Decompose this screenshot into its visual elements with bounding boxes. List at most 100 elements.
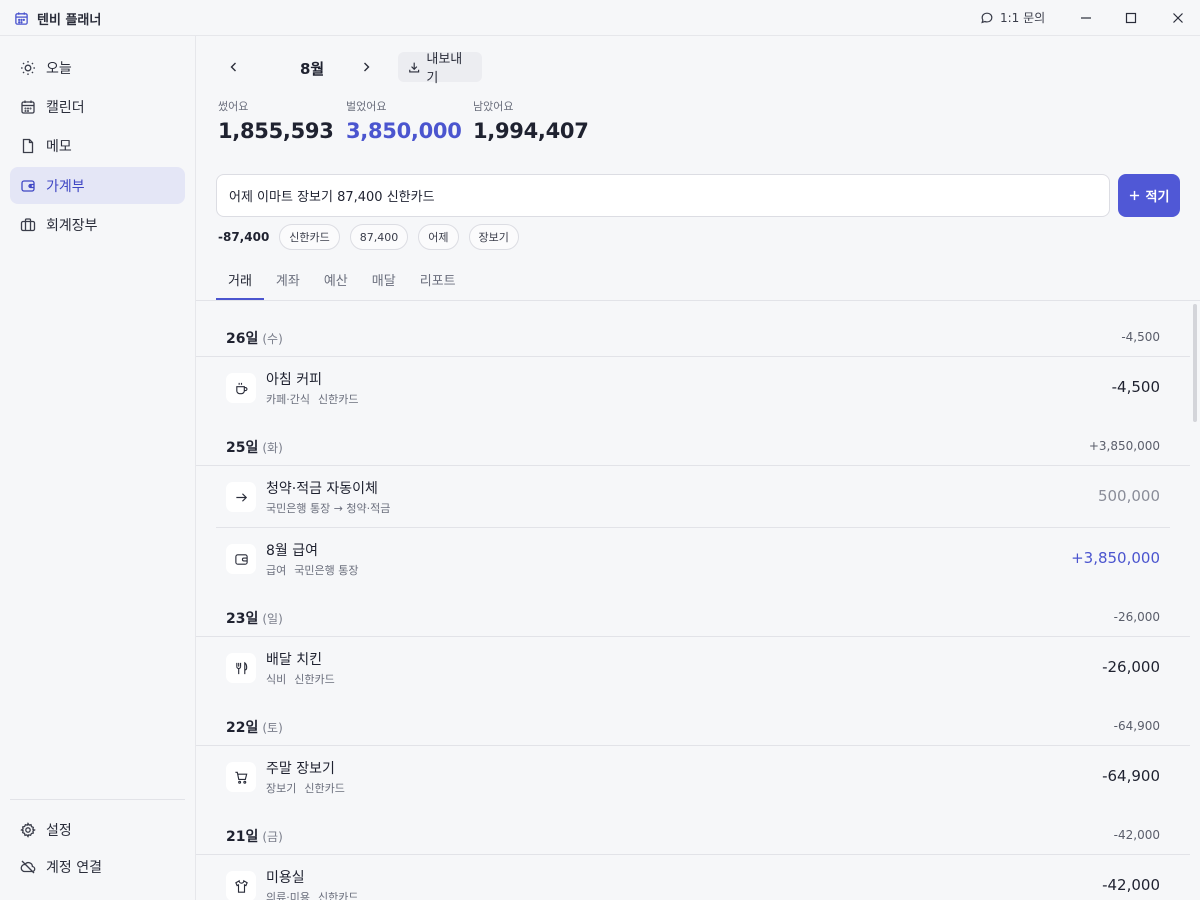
transaction-account: 신한카드 <box>317 393 359 406</box>
sidebar-item-label: 계정 연결 <box>46 859 102 876</box>
transaction-category: 식비 <box>266 673 287 686</box>
day-label: 25일 (화) <box>226 440 283 456</box>
sidebar-item-today[interactable]: 오늘 <box>10 49 185 86</box>
gear-icon <box>20 821 36 838</box>
day-of-week: (수) <box>262 332 283 346</box>
transaction-row[interactable]: 배달 치킨 식비 신한카드 -26,000 <box>196 637 1190 699</box>
day-header: 23일 (일) -26,000 <box>196 590 1190 637</box>
transaction-amount: -26,000 <box>1102 658 1160 676</box>
day-header: 26일 (수) -4,500 <box>196 301 1190 357</box>
parsed-amount: -87,400 <box>218 230 270 244</box>
parsed-chip[interactable]: 어제 <box>418 224 459 250</box>
transaction-amount: +3,850,000 <box>1071 549 1160 567</box>
quick-entry-input[interactable] <box>216 174 1110 217</box>
sidebar-item-account-link[interactable]: 계정 연결 <box>10 848 185 885</box>
chevron-left-icon <box>230 62 236 72</box>
inquiry-button[interactable]: 1:1 문의 <box>980 9 1045 26</box>
day-total: -4,500 <box>1121 330 1160 344</box>
coffee-cup-icon <box>235 382 247 394</box>
app-title: 텐비 플래너 <box>14 9 101 28</box>
chat-bubble-icon <box>981 12 993 23</box>
day-header: 21일 (금) -42,000 <box>196 808 1190 855</box>
day-of-week: (일) <box>262 612 283 626</box>
transaction-row[interactable]: 주말 장보기 장보기 신한카드 -64,900 <box>196 746 1190 808</box>
summary-spent-value: 1,855,593 <box>218 119 334 143</box>
maximize-button[interactable] <box>1121 8 1141 28</box>
sidebar-item-calendar[interactable]: 캘린더 <box>10 88 185 125</box>
close-button[interactable] <box>1168 8 1188 28</box>
day-label: 21일 (금) <box>226 829 283 845</box>
transaction-row[interactable]: 미용실 의류·미용 신한카드 -42,000 <box>196 855 1190 900</box>
tab-accounts[interactable]: 계좌 <box>264 262 312 300</box>
tab-monthly[interactable]: 매달 <box>360 262 408 300</box>
wallet-icon <box>234 553 248 565</box>
transaction-row[interactable]: 아침 커피 카페·간식 신한카드 -4,500 <box>196 357 1190 419</box>
chevron-right-icon <box>364 62 370 72</box>
day-label: 22일 (토) <box>226 720 283 736</box>
transaction-account: 신한카드 <box>317 891 359 900</box>
sidebar-item-memo[interactable]: 메모 <box>10 127 185 164</box>
transaction-category: 급여 <box>266 564 287 577</box>
day-of-week: (화) <box>262 441 283 455</box>
parsed-chip[interactable]: 87,400 <box>349 224 409 250</box>
summary-earned-value: 3,850,000 <box>346 119 462 143</box>
shirt-icon <box>234 879 248 893</box>
transaction-amount: -64,900 <box>1102 767 1160 785</box>
summary-earned-label: 벌었어요 <box>346 100 387 113</box>
transaction-account: 국민은행 통장 <box>294 564 359 577</box>
summary-left: 남았어요 1,994,407 <box>473 98 589 143</box>
submit-entry-button[interactable]: 적기 <box>1118 174 1180 217</box>
calendar-icon <box>15 12 28 25</box>
month-label: 8월 <box>300 60 325 78</box>
sidebar-item-settings[interactable]: 설정 <box>10 811 185 848</box>
sidebar-item-label: 회계장부 <box>46 217 98 234</box>
sidebar-divider <box>10 799 185 800</box>
previous-month-button[interactable] <box>222 55 246 79</box>
summary-left-value: 1,994,407 <box>473 119 589 143</box>
cart-icon <box>234 771 247 784</box>
month-navigator: 8월 내보내기 <box>222 52 482 86</box>
sidebar-item-household-ledger[interactable]: 가계부 <box>10 167 185 204</box>
transaction-meta: 카페·간식 신한카드 <box>266 391 358 407</box>
sidebar-item-accounting-book[interactable]: 회계장부 <box>10 206 185 243</box>
day-total: -64,900 <box>1113 719 1160 733</box>
close-icon <box>1173 13 1183 23</box>
briefcase-icon <box>20 217 36 231</box>
minimize-button[interactable] <box>1076 8 1096 28</box>
day-header: 25일 (화) +3,850,000 <box>196 419 1190 466</box>
sun-icon <box>21 60 35 75</box>
next-month-button[interactable] <box>354 55 378 79</box>
transaction-category: 국민은행 통장 → 청약·적금 <box>266 502 391 515</box>
transaction-meta: 의류·미용 신한카드 <box>266 889 358 900</box>
transaction-icon-box <box>226 871 256 900</box>
transaction-title: 미용실 <box>266 870 305 886</box>
sidebar-item-label: 가계부 <box>46 178 85 195</box>
document-icon <box>22 138 34 153</box>
tab-report[interactable]: 리포트 <box>408 262 468 300</box>
transaction-meta: 식비 신한카드 <box>266 671 335 687</box>
day-header: 22일 (토) -64,900 <box>196 699 1190 746</box>
transaction-category: 카페·간식 <box>266 393 310 406</box>
transaction-amount: -4,500 <box>1111 378 1160 396</box>
parsed-chip[interactable]: 신한카드 <box>279 224 340 250</box>
parsed-chip[interactable]: 장보기 <box>468 224 519 250</box>
tab-budget[interactable]: 예산 <box>312 262 360 300</box>
day-of-week: (토) <box>262 721 283 735</box>
transaction-icon-box <box>226 544 256 574</box>
transaction-title: 배달 치킨 <box>266 652 322 668</box>
title-bar: 텐비 플래너 1:1 문의 <box>0 0 1200 36</box>
transaction-title: 주말 장보기 <box>266 761 335 777</box>
transaction-amount: 500,000 <box>1097 487 1160 505</box>
tab-transactions[interactable]: 거래 <box>216 262 264 300</box>
download-icon <box>409 62 420 73</box>
cloud-off-icon <box>20 860 36 873</box>
transaction-row[interactable]: 8월 급여 급여 국민은행 통장 +3,850,000 <box>196 528 1190 590</box>
day-label: 23일 (일) <box>226 611 283 627</box>
transaction-meta: 장보기 신한카드 <box>266 780 345 796</box>
scrollbar-thumb[interactable] <box>1193 304 1197 422</box>
transaction-row[interactable]: 청약·적금 자동이체 국민은행 통장 → 청약·적금 500,000 <box>196 466 1190 528</box>
main-content: 8월 내보내기 썼어요 1,855,593 벌었어요 3,850,000 남았어… <box>196 36 1200 900</box>
summary-spent-label: 썼어요 <box>218 100 249 113</box>
export-button[interactable]: 내보내기 <box>398 52 482 86</box>
summary-earned: 벌었어요 3,850,000 <box>346 98 462 143</box>
